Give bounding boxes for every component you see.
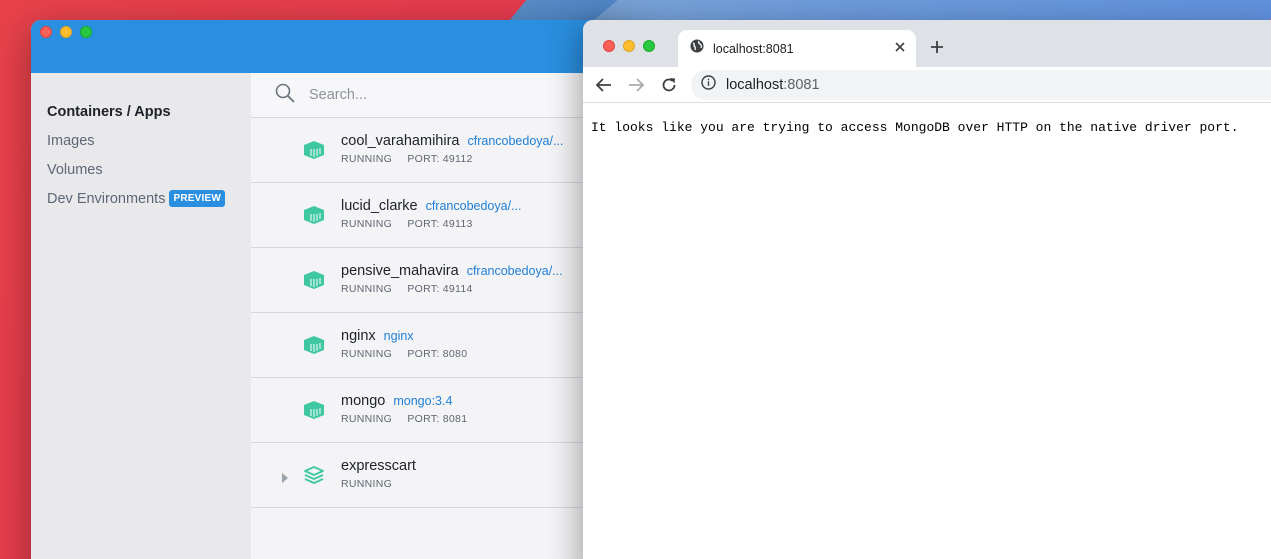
container-icon — [303, 205, 325, 230]
container-port: PORT: 49112 — [407, 153, 473, 165]
container-row[interactable]: pensive_mahavira cfrancobedoya/... RUNNI… — [251, 248, 631, 313]
container-port: PORT: 8081 — [407, 413, 468, 425]
container-row[interactable]: mongo mongo:3.4 RUNNING PORT: 8081 — [251, 378, 631, 443]
container-icon — [303, 270, 325, 295]
preview-badge: PREVIEW — [169, 190, 225, 207]
globe-icon — [690, 39, 704, 58]
docker-desktop-window: Containers / Apps Images Volumes Dev Env… — [31, 20, 631, 559]
reload-icon[interactable] — [660, 76, 678, 99]
sidebar-item-containers-apps[interactable]: Containers / Apps — [31, 97, 251, 126]
search-input[interactable]: Search... — [309, 87, 367, 103]
container-image-link[interactable]: cfrancobedoya/... — [426, 199, 522, 213]
container-image-link[interactable]: mongo:3.4 — [393, 394, 452, 408]
container-icon — [303, 400, 325, 425]
containers-list-panel: Search... cool_varahamihira cfrancobedoy… — [251, 73, 631, 559]
container-name: lucid_clarke — [341, 198, 418, 214]
container-status: RUNNING — [341, 413, 393, 425]
container-image-link[interactable]: nginx — [384, 329, 414, 343]
docker-titlebar — [31, 20, 631, 73]
app-name: expresscart — [341, 458, 416, 474]
zoom-window-button[interactable] — [643, 40, 655, 52]
window-controls — [40, 26, 92, 38]
tab-close-icon[interactable] — [894, 40, 906, 58]
window-controls — [603, 40, 655, 52]
container-row[interactable]: lucid_clarke cfrancobedoya/... RUNNING P… — [251, 183, 631, 248]
new-tab-button[interactable] — [930, 40, 944, 59]
container-port: PORT: 49114 — [407, 283, 473, 295]
app-row[interactable]: expresscart RUNNING — [251, 443, 631, 508]
expand-caret-icon[interactable] — [281, 470, 289, 488]
search-icon — [275, 83, 295, 108]
container-image-link[interactable]: cfrancobedoya/... — [467, 264, 563, 278]
minimize-window-button[interactable] — [623, 40, 635, 52]
browser-tab[interactable]: localhost:8081 — [678, 30, 916, 67]
browser-window: localhost:8081 localhost:8081 It looks l… — [583, 20, 1271, 559]
back-arrow-icon[interactable] — [595, 76, 613, 99]
app-status: RUNNING — [341, 478, 393, 490]
url-host: localhost — [726, 77, 784, 93]
search-bar[interactable]: Search... — [251, 73, 631, 118]
sidebar-item-label: Images — [47, 132, 95, 149]
container-status: RUNNING — [341, 218, 393, 230]
container-name: nginx — [341, 328, 376, 344]
container-image-link[interactable]: cfrancobedoya/... — [467, 134, 563, 148]
minimize-window-button[interactable] — [60, 26, 72, 38]
url-text: localhost:8081 — [726, 77, 820, 93]
sidebar-item-images[interactable]: Images — [31, 126, 251, 155]
container-port: PORT: 49113 — [407, 218, 473, 230]
container-name: pensive_mahavira — [341, 263, 459, 279]
tab-strip: localhost:8081 — [583, 20, 1271, 67]
zoom-window-button[interactable] — [80, 26, 92, 38]
container-row[interactable]: cool_varahamihira cfrancobedoya/... RUNN… — [251, 118, 631, 183]
mongodb-message: It looks like you are trying to access M… — [591, 120, 1239, 135]
forward-arrow-icon[interactable] — [627, 76, 645, 99]
info-icon[interactable] — [701, 75, 716, 95]
container-status: RUNNING — [341, 348, 393, 360]
sidebar-item-label: Containers / Apps — [47, 103, 171, 120]
container-status: RUNNING — [341, 153, 393, 165]
close-window-button[interactable] — [603, 40, 615, 52]
page-content: It looks like you are trying to access M… — [583, 103, 1271, 152]
sidebar: Containers / Apps Images Volumes Dev Env… — [31, 73, 251, 559]
sidebar-item-dev-environments[interactable]: Dev Environments PREVIEW — [31, 184, 251, 213]
close-window-button[interactable] — [40, 26, 52, 38]
container-row[interactable]: nginx nginx RUNNING PORT: 8080 — [251, 313, 631, 378]
address-bar[interactable]: localhost:8081 — [691, 70, 1271, 100]
container-status: RUNNING — [341, 283, 393, 295]
sidebar-item-label: Volumes — [47, 161, 103, 178]
browser-toolbar: localhost:8081 — [583, 67, 1271, 103]
container-icon — [303, 140, 325, 165]
stack-icon — [303, 465, 325, 490]
sidebar-item-volumes[interactable]: Volumes — [31, 155, 251, 184]
container-name: mongo — [341, 393, 386, 409]
container-name: cool_varahamihira — [341, 133, 460, 149]
sidebar-item-label: Dev Environments — [47, 190, 166, 207]
container-icon — [303, 335, 325, 360]
url-port: :8081 — [783, 77, 820, 93]
tab-title: localhost:8081 — [713, 41, 794, 56]
container-port: PORT: 8080 — [407, 348, 468, 360]
